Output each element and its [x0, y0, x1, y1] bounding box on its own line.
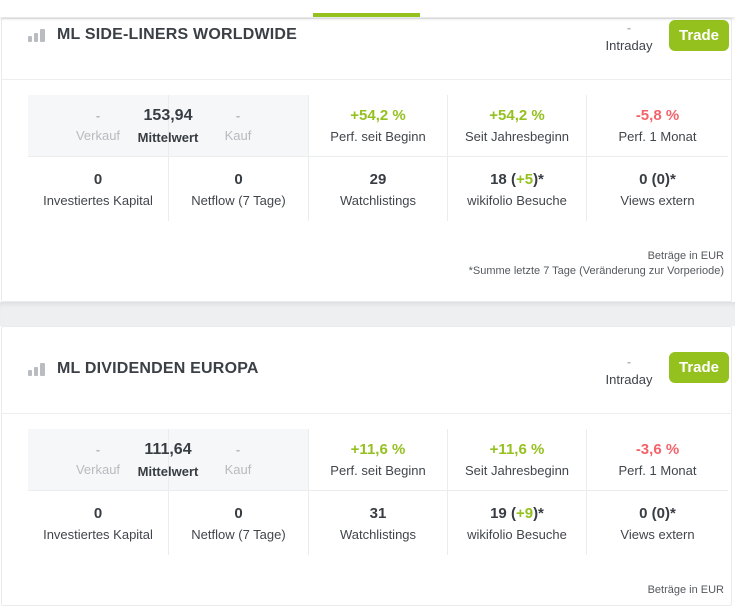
stat-label: Netflow (7 Tage): [191, 194, 285, 207]
stat-label: Watchlistings: [340, 194, 416, 207]
stat-value: -: [96, 443, 100, 456]
wikifolio-card: ML DIVIDENDEN EUROPA - Intraday Trade - …: [1, 326, 732, 606]
card-header: ML SIDE-LINERS WORLDWIDE - Intraday Trad…: [2, 19, 731, 80]
stat-value: -: [236, 443, 240, 456]
card-header: ML DIVIDENDEN EUROPA - Intraday Trade: [2, 327, 731, 414]
stat-value: 0: [94, 172, 102, 187]
stat-value: 111,64: [144, 442, 191, 458]
wikifolio-title-row[interactable]: ML DIVIDENDEN EUROPA: [28, 360, 259, 378]
stat-value: -3,6 %: [636, 442, 679, 457]
stat-label: Perf. seit Beginn: [330, 464, 425, 477]
stat-value: +11,6 %: [490, 442, 545, 457]
stat-seit-jahresbeginn: +54,2 % Seit Jahresbeginn: [447, 95, 586, 156]
stat-label: Watchlistings: [340, 528, 416, 541]
intraday-quote: - Intraday: [597, 19, 661, 55]
stat-value: +54,2 %: [350, 108, 405, 123]
trade-button[interactable]: Trade: [669, 352, 729, 383]
trade-button[interactable]: Trade: [669, 20, 729, 51]
stat-label: Verkauf: [76, 129, 120, 142]
stat-perf-1-monat: -3,6 % Perf. 1 Monat: [586, 429, 728, 490]
stat-perf-1-monat: -5,8 % Perf. 1 Monat: [586, 95, 728, 156]
intraday-value: -: [597, 353, 661, 371]
footnotes: Beträge in EUR *Summe letzte 7 Tage (Ver…: [469, 249, 724, 279]
stat-value: 29: [370, 172, 387, 187]
stat-value: 0: [234, 506, 242, 521]
stat-label: Verkauf: [76, 463, 120, 476]
bar-chart-icon: [28, 29, 45, 42]
stat-label: Views extern: [620, 528, 694, 541]
stat-label: Investiertes Kapital: [43, 194, 153, 207]
stat-label: Seit Jahresbeginn: [465, 130, 569, 143]
stat-value: 31: [370, 506, 387, 521]
stat-mittelwert: 153,94 Mittelwert: [138, 95, 199, 156]
stat-perf-seit-beginn: +54,2 % Perf. seit Beginn: [308, 95, 447, 156]
stat-netflow: 0 Netflow (7 Tage): [168, 490, 308, 555]
wikifolio-card: ML SIDE-LINERS WORLDWIDE - Intraday Trad…: [1, 18, 732, 302]
stat-wikifolio-besuche: 18 (+5)* wikifolio Besuche: [447, 156, 586, 221]
stat-value: -5,8 %: [636, 108, 679, 123]
stat-seit-jahresbeginn: +11,6 % Seit Jahresbeginn: [447, 429, 586, 490]
footnote-sum-hint: *Summe letzte 7 Tage (Veränderung zur Vo…: [469, 264, 724, 279]
stat-label: wikifolio Besuche: [467, 194, 567, 207]
stats-grid: - Verkauf 153,94 Mittelwert - Kauf +54,2…: [28, 95, 728, 221]
stat-mittelwert: 111,64 Mittelwert: [138, 429, 199, 490]
stat-value: 0 (0)*: [639, 172, 676, 187]
price-box: - Verkauf 111,64 Mittelwert - Kauf: [28, 429, 308, 490]
tab-bar: [0, 0, 735, 17]
stat-views-extern: 0 (0)* Views extern: [586, 490, 728, 555]
stat-value: 0: [234, 172, 242, 187]
stat-value: -: [236, 109, 240, 122]
stat-investiertes-kapital: 0 Investiertes Kapital: [28, 490, 168, 555]
stat-value: -: [96, 109, 100, 122]
stat-label: Investiertes Kapital: [43, 528, 153, 541]
bar-chart-icon: [28, 363, 45, 376]
stat-label: Perf. 1 Monat: [618, 464, 696, 477]
stat-label: Mittelwert: [138, 465, 199, 478]
stat-value: 19 (+9)*: [490, 506, 544, 521]
stat-views-extern: 0 (0)* Views extern: [586, 156, 728, 221]
stat-label: Kauf: [225, 463, 252, 476]
wikifolio-title-row[interactable]: ML SIDE-LINERS WORLDWIDE: [28, 26, 297, 44]
stat-netflow: 0 Netflow (7 Tage): [168, 156, 308, 221]
footnote-currency: Beträge in EUR: [469, 249, 724, 264]
intraday-value: -: [597, 19, 661, 37]
stat-label: Views extern: [620, 194, 694, 207]
stat-value: +54,2 %: [489, 108, 544, 123]
stat-wikifolio-besuche: 19 (+9)* wikifolio Besuche: [447, 490, 586, 555]
footnotes: Beträge in EUR: [648, 583, 724, 598]
stat-label: Perf. 1 Monat: [618, 130, 696, 143]
wikifolio-title[interactable]: ML SIDE-LINERS WORLDWIDE: [57, 26, 297, 44]
intraday-label: Intraday: [597, 371, 661, 389]
intraday-label: Intraday: [597, 37, 661, 55]
stats-grid: - Verkauf 111,64 Mittelwert - Kauf +11,6…: [28, 429, 728, 555]
footnote-currency: Beträge in EUR: [648, 583, 724, 598]
stat-investiertes-kapital: 0 Investiertes Kapital: [28, 156, 168, 221]
wikifolio-title[interactable]: ML DIVIDENDEN EUROPA: [57, 360, 259, 378]
stat-value: 0 (0)*: [639, 506, 676, 521]
stat-value: 0: [94, 506, 102, 521]
price-box: - Verkauf 153,94 Mittelwert - Kauf: [28, 95, 308, 156]
stat-label: Perf. seit Beginn: [330, 130, 425, 143]
stat-value: +11,6 %: [351, 442, 406, 457]
stat-watchlistings: 29 Watchlistings: [308, 156, 447, 221]
active-tab-indicator: [313, 13, 420, 17]
stat-value: 153,94: [144, 108, 193, 124]
stat-perf-seit-beginn: +11,6 % Perf. seit Beginn: [308, 429, 447, 490]
stat-watchlistings: 31 Watchlistings: [308, 490, 447, 555]
stat-label: Mittelwert: [138, 131, 199, 144]
stat-label: Netflow (7 Tage): [191, 528, 285, 541]
card-gap: [0, 302, 735, 326]
stat-label: Seit Jahresbeginn: [465, 464, 569, 477]
stat-label: Kauf: [225, 129, 252, 142]
intraday-quote: - Intraday: [597, 353, 661, 389]
stat-value: 18 (+5)*: [490, 172, 544, 187]
stat-label: wikifolio Besuche: [467, 528, 567, 541]
